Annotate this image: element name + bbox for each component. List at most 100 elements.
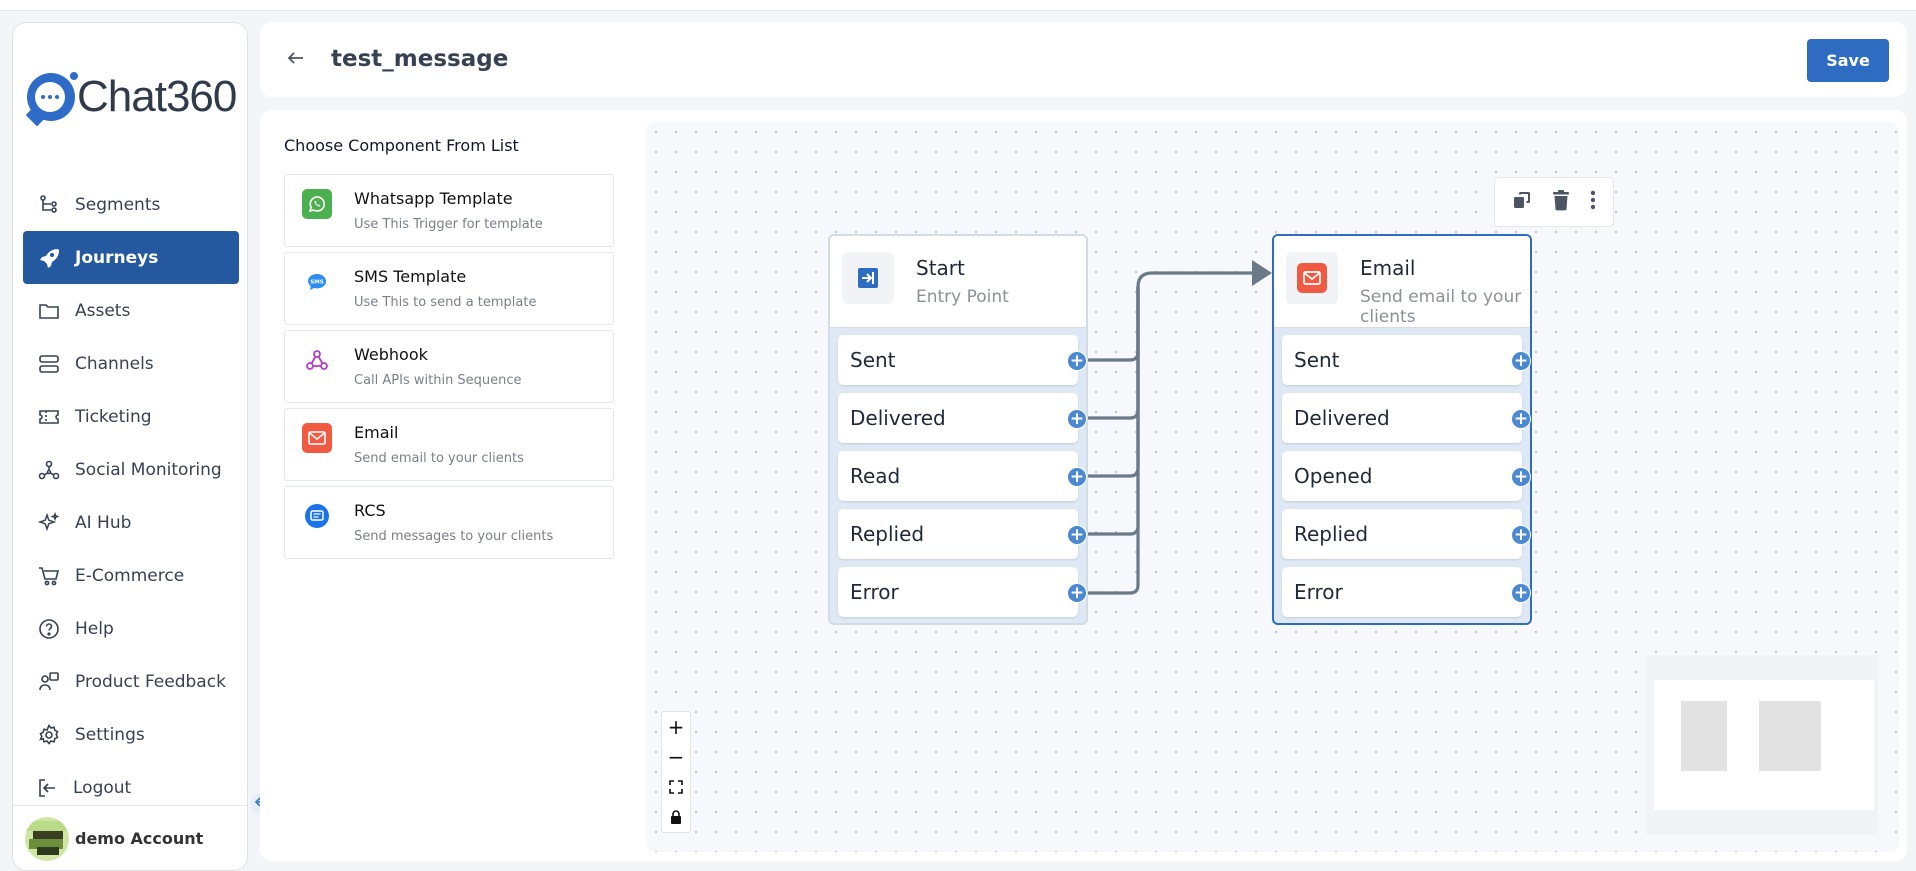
port-label: Sent	[1294, 348, 1340, 372]
lock-button[interactable]	[662, 802, 690, 832]
top-bar	[0, 0, 1916, 11]
port-sent: Sent +	[838, 335, 1087, 385]
page-title: test_message	[331, 46, 509, 72]
component-name: Email	[354, 423, 399, 442]
lock-icon	[670, 805, 682, 829]
brand-name: Chat360	[77, 72, 237, 121]
account-section[interactable]: demo Account	[13, 805, 247, 871]
add-connection-icon[interactable]: +	[1067, 583, 1087, 603]
feedback-icon	[37, 670, 61, 694]
sms-icon: SMS	[302, 267, 332, 297]
port-delivered: Delivered +	[838, 393, 1087, 443]
port-label: Delivered	[1294, 406, 1390, 430]
sidebar-item-assets[interactable]: Assets	[23, 284, 239, 337]
save-button[interactable]: Save	[1807, 39, 1889, 82]
zoom-in-button[interactable]: +	[662, 712, 690, 742]
chat-logo-icon	[27, 70, 80, 121]
sidebar-item-ai-hub[interactable]: AI Hub	[23, 496, 239, 549]
sidebar-item-social-monitoring[interactable]: Social Monitoring	[23, 443, 239, 496]
rcs-icon	[302, 501, 332, 531]
node-ports: Sent + Delivered + Read + Replied + Error +	[830, 328, 1087, 623]
sidebar: Chat360 Segments Journeys Assets Channel…	[12, 22, 272, 871]
wire-read	[1088, 287, 1140, 478]
minimap-node	[1759, 701, 1821, 771]
sidebar-item-product-feedback[interactable]: Product Feedback	[23, 655, 239, 708]
sidebar-item-label: Ticketing	[75, 406, 152, 427]
sidebar-item-label: Settings	[75, 724, 145, 745]
enter-icon	[842, 252, 894, 304]
components-title: Choose Component From List	[284, 136, 519, 155]
add-connection-icon[interactable]: +	[1067, 525, 1087, 545]
component-name: SMS Template	[354, 267, 467, 286]
port-opened: Opened +	[1282, 451, 1531, 501]
sidebar-item-label: Assets	[75, 300, 131, 321]
fit-view-icon	[669, 775, 683, 799]
component-name: RCS	[354, 501, 386, 520]
component-desc: Use This to send a template	[354, 295, 537, 310]
node-title: Email	[1360, 256, 1416, 280]
component-webhook[interactable]: Webhook Call APIs within Sequence	[284, 330, 614, 403]
sidebar-item-ticketing[interactable]: Ticketing	[23, 390, 239, 443]
node-toolbar	[1494, 177, 1614, 227]
back-arrow-icon[interactable]	[286, 48, 306, 73]
brand-logo[interactable]: Chat360	[27, 69, 237, 125]
zoom-controls: + −	[661, 711, 691, 833]
journey-builder: Choose Component From List Whatsapp Temp…	[260, 110, 1907, 861]
component-name: Webhook	[354, 345, 428, 364]
segments-icon	[37, 193, 61, 217]
add-connection-icon[interactable]: +	[1511, 583, 1531, 603]
sidebar-item-help[interactable]: Help	[23, 602, 239, 655]
node-start[interactable]: Start Entry Point Sent + Delivered + Read +…	[828, 234, 1088, 625]
trash-icon[interactable]	[1551, 189, 1571, 215]
port-label: Error	[1294, 580, 1343, 604]
more-vertical-icon[interactable]	[1590, 190, 1596, 214]
sidebar-item-label: AI Hub	[75, 512, 132, 533]
wire-error	[1088, 287, 1140, 595]
node-title: Start	[916, 256, 965, 280]
component-desc: Use This Trigger for template	[354, 217, 543, 232]
sidebar-item-journeys[interactable]: Journeys	[23, 231, 239, 284]
port-replied: Replied +	[838, 509, 1087, 559]
channels-icon	[37, 352, 61, 376]
add-connection-icon[interactable]: +	[1067, 409, 1087, 429]
port-label: Error	[850, 580, 899, 604]
minimap[interactable]	[1646, 655, 1878, 835]
webhook-icon	[302, 345, 332, 375]
flow-canvas[interactable]: Start Entry Point Sent + Delivered + Read +…	[646, 122, 1899, 852]
logout-icon	[35, 776, 59, 800]
sidebar-item-segments[interactable]: Segments	[23, 178, 239, 231]
fit-view-button[interactable]	[662, 772, 690, 802]
component-email[interactable]: Email Send email to your clients	[284, 408, 614, 481]
add-connection-icon[interactable]: +	[1511, 351, 1531, 371]
port-error: Error +	[838, 567, 1087, 617]
component-sms-template[interactable]: SMS SMS Template Use This to send a temp…	[284, 252, 614, 325]
gear-icon	[37, 723, 61, 747]
duplicate-icon[interactable]	[1512, 190, 1532, 214]
sidebar-item-e-commerce[interactable]: E-Commerce	[23, 549, 239, 602]
sidebar-item-label: Help	[75, 618, 114, 639]
help-icon	[37, 617, 61, 641]
sidebar-item-label: Product Feedback	[75, 671, 226, 692]
add-connection-icon[interactable]: +	[1067, 351, 1087, 371]
component-desc: Send messages to your clients	[354, 529, 554, 544]
port-label: Read	[850, 464, 901, 488]
sidebar-item-label: E-Commerce	[75, 565, 185, 586]
add-connection-icon[interactable]: +	[1511, 409, 1531, 429]
node-ports: Sent + Delivered + Opened + Replied + Error +	[1274, 328, 1531, 623]
sidebar-item-channels[interactable]: Channels	[23, 337, 239, 390]
port-error: Error +	[1282, 567, 1531, 617]
node-email[interactable]: Email Send email to your clients Sent + D…	[1272, 234, 1532, 625]
whatsapp-icon	[302, 189, 332, 219]
add-connection-icon[interactable]: +	[1511, 525, 1531, 545]
sidebar-item-settings[interactable]: Settings	[23, 708, 239, 761]
node-header: Email Send email to your clients	[1274, 236, 1530, 328]
add-connection-icon[interactable]: +	[1511, 467, 1531, 487]
component-whatsapp-template[interactable]: Whatsapp Template Use This Trigger for t…	[284, 174, 614, 247]
zoom-out-button[interactable]: −	[662, 742, 690, 772]
folder-icon	[37, 299, 61, 323]
component-desc: Call APIs within Sequence	[354, 373, 522, 388]
sidebar-item-label: Segments	[75, 194, 161, 215]
component-rcs[interactable]: RCS Send messages to your clients	[284, 486, 614, 559]
node-subtitle: Entry Point	[916, 287, 1009, 307]
add-connection-icon[interactable]: +	[1067, 467, 1087, 487]
